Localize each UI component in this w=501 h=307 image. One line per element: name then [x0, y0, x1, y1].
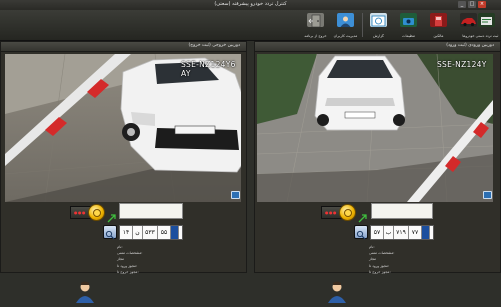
owners-icon — [430, 13, 447, 27]
panel-header: دوربین ورودی (ثبت ورود) — [255, 42, 500, 52]
settings-label: تنظیمات — [402, 34, 415, 38]
plate-two-digit: ۵۵ — [158, 226, 171, 239]
toolbar-divider — [362, 13, 363, 37]
entry-camera-feed[interactable]: SSE-NZ124Y — [257, 54, 493, 202]
panel-header: دوربین خروجی (ثبت خروج) — [1, 42, 246, 52]
owners-label: مالکین — [433, 34, 444, 38]
exit-door-icon — [307, 13, 324, 28]
manual-entry-label: ثبت تردد دستی — [475, 34, 499, 38]
plate-three-digit: ۷۱۹ — [394, 226, 409, 239]
signal-lights-icon: ●●● — [325, 210, 337, 215]
main-toolbar: خروج از برنامه مدیریت کاربران گزارش تنظی… — [0, 10, 501, 41]
plate-region: ۵۷ — [371, 226, 384, 239]
exit-camera-panel: دوربین خروجی (ثبت خروج) SSE-NZ124Y6 AY ●… — [0, 41, 247, 303]
search-button[interactable] — [103, 225, 117, 240]
panel-title: دوربین ورودی (ثبت ورود) — [446, 43, 494, 48]
iran-flag-icon — [422, 226, 430, 239]
open-gate-button[interactable] — [339, 204, 356, 221]
plate-overlay-text: SSE-NZ124Y6 AY — [181, 60, 236, 78]
open-gate-button[interactable] — [88, 204, 105, 221]
plate-image-box — [119, 203, 183, 219]
driver-avatar-icon — [327, 281, 347, 303]
plate-reading: ۵۷ ب ۷۱۹ ۷۷ — [370, 225, 434, 240]
exit-camera-feed[interactable]: SSE-NZ124Y6 AY — [5, 54, 241, 202]
signal-lights-icon: ●●● — [74, 210, 86, 215]
green-arrow-icon[interactable] — [107, 208, 116, 223]
user-management-label: مدیریت کاربران — [333, 34, 358, 38]
settings-button[interactable]: تنظیمات — [394, 12, 423, 38]
window-title: کنترل تردد خودرو پیشرفته (سعتی) — [214, 1, 287, 7]
manual-entry-icon — [478, 13, 495, 27]
plate-letter: ب — [384, 226, 394, 239]
exit-button[interactable]: خروج از برنامه — [301, 12, 330, 38]
snapshot-icon[interactable] — [483, 191, 492, 199]
search-icon — [356, 230, 366, 240]
minimize-button[interactable]: _ — [458, 1, 466, 8]
entry-camera-image — [257, 54, 493, 202]
maximize-button[interactable]: □ — [468, 1, 476, 8]
iran-flag-icon — [171, 226, 179, 239]
plate-reading: ۱۴ ن ۵۳۳ ۵۵ — [119, 225, 183, 240]
users-icon — [337, 13, 354, 27]
report-label: گزارش — [373, 34, 384, 38]
plate-region: ۱۴ — [120, 226, 133, 239]
plate-letter: ن — [133, 226, 143, 239]
white-hatchback — [314, 55, 406, 131]
gate-icon — [93, 209, 101, 217]
gate-icon — [344, 209, 352, 217]
plate-three-digit: ۵۳۳ — [143, 226, 158, 239]
driver-avatar-icon — [75, 281, 95, 303]
search-button[interactable] — [354, 225, 368, 240]
green-arrow-icon[interactable] — [358, 208, 367, 223]
close-button[interactable]: × — [478, 1, 486, 8]
panel-title: دوربین خروجی (ثبت خروج) — [188, 43, 240, 48]
manual-entry-button[interactable]: ثبت تردد دستی — [473, 12, 501, 38]
plate-image-box — [371, 203, 433, 219]
search-icon — [105, 230, 115, 240]
exit-permit-label: مجوز خروج تا: — [369, 269, 391, 274]
plate-two-digit: ۷۷ — [409, 226, 422, 239]
owner-info: نام: مشخصات ممنی: مجاز مجوز ورود تا: مجو… — [117, 244, 187, 275]
user-management-button[interactable]: مدیریت کاربران — [331, 12, 360, 38]
owners-button[interactable]: مالکین — [424, 12, 453, 38]
report-icon — [370, 13, 387, 27]
owner-info: نام: مشخصات ممنی: مجاز مجوز ورود تا: مجو… — [369, 244, 439, 275]
plate-overlay-text: SSE-NZ124Y — [437, 60, 487, 69]
report-button[interactable]: گزارش — [364, 12, 393, 38]
snapshot-icon[interactable] — [231, 191, 240, 199]
entry-camera-panel: دوربین ورودی (ثبت ورود) SSE-NZ124Y ●●● ۵… — [254, 41, 501, 303]
camera-settings-icon — [400, 13, 417, 27]
exit-label: خروج از برنامه — [304, 34, 327, 38]
exit-permit-label: مجوز خروج تا: — [117, 269, 139, 274]
